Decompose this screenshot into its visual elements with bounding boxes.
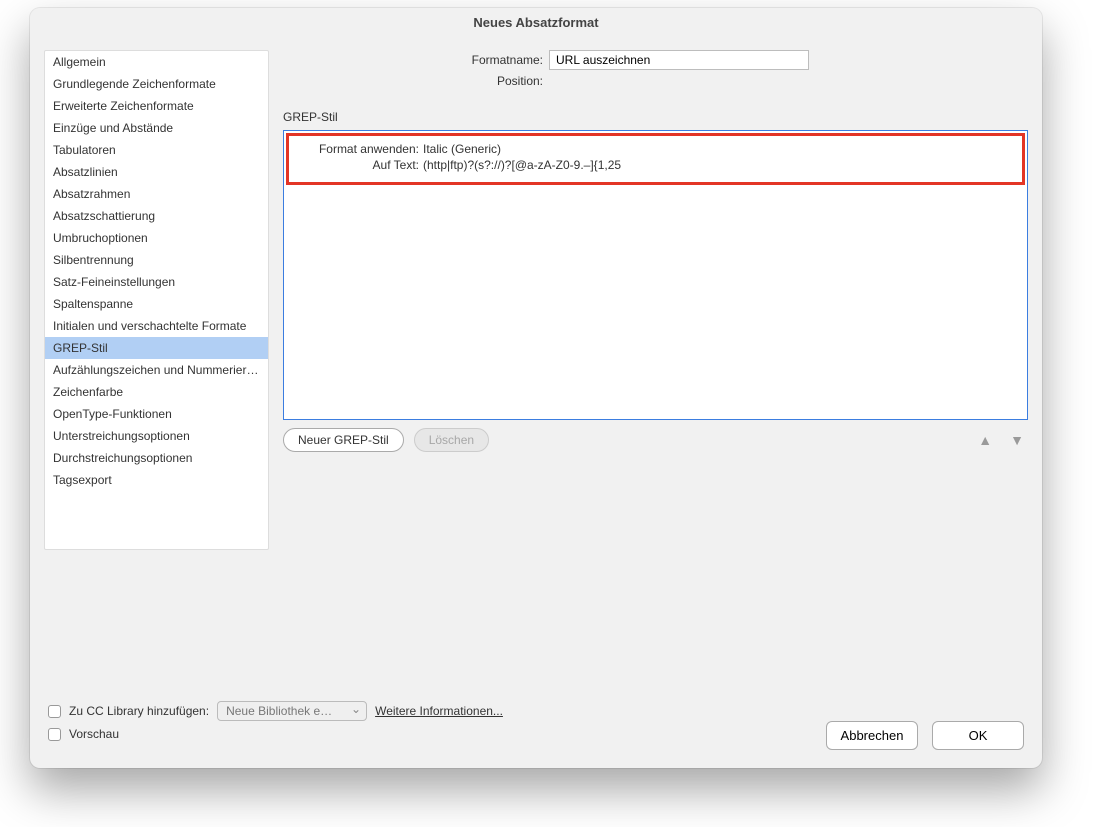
- new-grep-style-button[interactable]: Neuer GREP-Stil: [283, 428, 404, 452]
- cc-library-row: Zu CC Library hinzufügen: Neue Bibliothe…: [48, 701, 1024, 721]
- sidebar-item-absatzlinien[interactable]: Absatzlinien: [45, 161, 268, 183]
- apply-format-label: Format anwenden:: [299, 142, 419, 156]
- sidebar-item-grundlegende-zeichenformate[interactable]: Grundlegende Zeichenformate: [45, 73, 268, 95]
- apply-format-row: Format anwenden: Italic (Generic): [299, 142, 1012, 156]
- sidebar-item-absatzrahmen[interactable]: Absatzrahmen: [45, 183, 268, 205]
- sidebar-item-allgemein[interactable]: Allgemein: [45, 51, 268, 73]
- sidebar-item-opentype[interactable]: OpenType-Funktionen: [45, 403, 268, 425]
- sidebar-item-tabulatoren[interactable]: Tabulatoren: [45, 139, 268, 161]
- sidebar-item-erweiterte-zeichenformate[interactable]: Erweiterte Zeichenformate: [45, 95, 268, 117]
- dialog-content: Allgemein Grundlegende Zeichenformate Er…: [30, 36, 1042, 687]
- auf-text-row: Auf Text: (http|ftp)?(s?://)?[@a-zA-Z0-9…: [299, 158, 1012, 172]
- auf-text-label: Auf Text:: [299, 158, 419, 172]
- action-buttons: Abbrechen OK: [48, 721, 1024, 750]
- position-label: Position:: [283, 74, 543, 88]
- sidebar-item-tagsexport[interactable]: Tagsexport: [45, 469, 268, 491]
- sidebar-item-unterstreichung[interactable]: Unterstreichungsoptionen: [45, 425, 268, 447]
- preview-label: Vorschau: [69, 727, 119, 741]
- sidebar-item-durchstreichung[interactable]: Durchstreichungsoptionen: [45, 447, 268, 469]
- move-up-icon[interactable]: ▲: [974, 432, 996, 448]
- ok-button[interactable]: OK: [932, 721, 1024, 750]
- auf-text-value: (http|ftp)?(s?://)?[@a-zA-Z0-9.–]{1,25: [423, 158, 621, 172]
- delete-button: Löschen: [414, 428, 489, 452]
- grep-button-row: Neuer GREP-Stil Löschen ▲ ▼: [283, 428, 1028, 452]
- more-info-link[interactable]: Weitere Informationen...: [375, 704, 503, 718]
- cancel-button[interactable]: Abbrechen: [826, 721, 918, 750]
- formatname-label: Formatname:: [283, 53, 543, 67]
- section-title: GREP-Stil: [283, 110, 1028, 124]
- sidebar-item-aufzaehlung[interactable]: Aufzählungszeichen und Nummerierung: [45, 359, 268, 381]
- cc-library-select[interactable]: Neue Bibliothek e…: [217, 701, 367, 721]
- sidebar-item-grep-stil[interactable]: GREP-Stil: [45, 337, 268, 359]
- cc-library-checkbox[interactable]: [48, 705, 61, 718]
- sidebar-item-silbentrennung[interactable]: Silbentrennung: [45, 249, 268, 271]
- sidebar-item-satz-feineinstellungen[interactable]: Satz-Feineinstellungen: [45, 271, 268, 293]
- main-panel: Formatname: Position: GREP-Stil Format a…: [283, 50, 1028, 687]
- sidebar-item-zeichenfarbe[interactable]: Zeichenfarbe: [45, 381, 268, 403]
- dialog-window: Neues Absatzformat Allgemein Grundlegend…: [30, 8, 1042, 768]
- apply-format-value: Italic (Generic): [423, 142, 501, 156]
- grep-style-list[interactable]: Format anwenden: Italic (Generic) Auf Te…: [283, 130, 1028, 420]
- sidebar-item-umbruchoptionen[interactable]: Umbruchoptionen: [45, 227, 268, 249]
- preview-checkbox[interactable]: [48, 728, 61, 741]
- formatname-input[interactable]: [549, 50, 809, 70]
- window-title: Neues Absatzformat: [30, 8, 1042, 36]
- sidebar-item-initialen[interactable]: Initialen und verschachtelte Formate: [45, 315, 268, 337]
- move-down-icon[interactable]: ▼: [1006, 432, 1028, 448]
- category-sidebar[interactable]: Allgemein Grundlegende Zeichenformate Er…: [44, 50, 269, 550]
- sidebar-item-spaltenspanne[interactable]: Spaltenspanne: [45, 293, 268, 315]
- dialog-footer: Zu CC Library hinzufügen: Neue Bibliothe…: [30, 687, 1042, 768]
- grep-entry-selected[interactable]: Format anwenden: Italic (Generic) Auf Te…: [286, 133, 1025, 185]
- sidebar-item-absatzschattierung[interactable]: Absatzschattierung: [45, 205, 268, 227]
- cc-library-label: Zu CC Library hinzufügen:: [69, 704, 209, 718]
- sidebar-item-einzuege-abstaende[interactable]: Einzüge und Abstände: [45, 117, 268, 139]
- formatname-row: Formatname:: [283, 50, 1028, 70]
- position-row: Position:: [283, 74, 1028, 88]
